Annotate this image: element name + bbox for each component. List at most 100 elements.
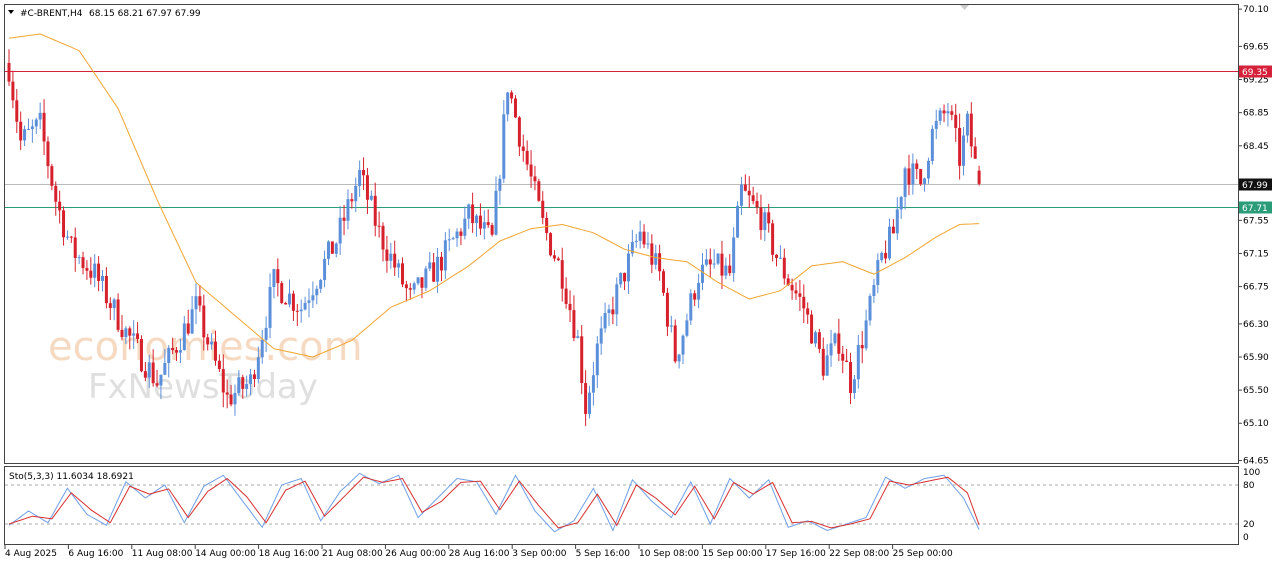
candle-body xyxy=(716,253,720,264)
candle-body xyxy=(794,290,798,294)
candle-body xyxy=(11,81,15,101)
candle-body xyxy=(502,114,506,179)
candle-body xyxy=(101,275,105,281)
candle-body xyxy=(432,262,436,282)
candle-body xyxy=(439,256,443,271)
price-level-labels: 69.35 67.99 67.71 xyxy=(1239,65,1272,214)
candle-body xyxy=(256,357,260,380)
candle-body xyxy=(767,212,771,224)
candle-body xyxy=(728,265,732,274)
stoch-scale-label: 0 xyxy=(1243,533,1249,543)
y-tick-label: 65.10 xyxy=(1243,419,1269,429)
candle-body xyxy=(147,362,151,378)
candle-body xyxy=(821,348,825,376)
candle-body xyxy=(124,328,128,338)
candle-body xyxy=(284,302,288,305)
candle-body xyxy=(650,243,654,265)
candle-body xyxy=(65,236,69,238)
candle-body xyxy=(580,336,584,384)
candle-body xyxy=(330,241,334,254)
candle-body xyxy=(139,338,143,372)
candle-body xyxy=(112,299,116,309)
candle-body xyxy=(623,272,627,282)
candle-body xyxy=(915,163,919,170)
candle-body xyxy=(513,98,517,118)
candle-body xyxy=(693,293,697,300)
candle-body xyxy=(217,360,221,370)
candle-body xyxy=(315,288,319,296)
candle-body xyxy=(829,343,833,356)
x-tick-label: 5 Sep 16:00 xyxy=(576,549,631,559)
candle-body xyxy=(607,309,611,313)
candle-body xyxy=(171,347,175,351)
candle-body xyxy=(311,295,315,301)
candle-body xyxy=(825,355,829,376)
candle-body xyxy=(884,252,888,259)
candle-body xyxy=(790,284,794,291)
bear-candle xyxy=(513,95,517,119)
candle-body xyxy=(638,231,642,241)
candle-body xyxy=(471,204,475,224)
candle-body xyxy=(62,210,66,238)
candle-body xyxy=(954,114,958,128)
candle-body xyxy=(689,293,693,321)
candle-body xyxy=(946,111,950,114)
candle-body xyxy=(950,111,954,115)
candle-body xyxy=(685,320,689,336)
x-tick-label: 18 Aug 16:00 xyxy=(259,549,320,559)
symbol-label: #C-BRENT,H4 xyxy=(20,9,83,19)
candle-body xyxy=(213,341,217,361)
candle-body xyxy=(568,303,572,311)
candle-body xyxy=(642,231,646,245)
candle-body xyxy=(307,300,311,303)
candle-body xyxy=(128,328,132,336)
candle-body xyxy=(591,375,595,393)
candle-body xyxy=(934,120,938,129)
y-tick-label: 68.45 xyxy=(1243,142,1269,152)
candle-body xyxy=(190,309,194,334)
x-tick-label: 10 Sep 08:00 xyxy=(639,549,699,559)
candle-body xyxy=(560,260,564,289)
candle-body xyxy=(755,201,759,208)
time-axis: 4 Aug 2025 6 Aug 16:00 11 Aug 08:00 14 Aug … xyxy=(4,545,953,559)
bear-candle xyxy=(139,335,143,373)
oscillator-pane xyxy=(4,466,1239,545)
bear-candle xyxy=(662,268,666,296)
candle-body xyxy=(775,254,779,258)
bear-candle xyxy=(549,232,553,257)
candle-body xyxy=(810,314,814,344)
candle-body xyxy=(525,150,529,165)
candle-body xyxy=(736,205,740,238)
candle-body xyxy=(73,237,77,258)
candle-body xyxy=(603,312,607,329)
oscillator-label: Sto(5,3,3) 11.6034 18.6921 xyxy=(9,472,134,482)
candle-body xyxy=(151,362,155,384)
candle-body xyxy=(930,128,934,161)
candle-body xyxy=(704,259,708,265)
x-tick-label: 4 Aug 2025 xyxy=(5,549,57,559)
candle-body xyxy=(564,288,568,304)
candle-body xyxy=(720,253,724,276)
candle-body xyxy=(490,225,494,235)
candle-body xyxy=(919,169,923,185)
y-tick-label: 67.15 xyxy=(1243,249,1269,259)
candle-body xyxy=(276,269,280,284)
x-tick-label: 26 Aug 00:00 xyxy=(385,549,446,559)
x-tick-label: 21 Aug 08:00 xyxy=(322,549,383,559)
candle-body xyxy=(436,256,440,282)
candle-body xyxy=(845,360,849,363)
candle-body xyxy=(697,282,701,300)
candle-body xyxy=(506,92,510,115)
candle-body xyxy=(163,362,167,375)
candle-body xyxy=(408,288,412,290)
candle-body xyxy=(634,240,638,243)
candle-body xyxy=(849,362,853,394)
candle-body xyxy=(626,253,630,282)
candle-body xyxy=(584,383,588,414)
candle-body xyxy=(677,354,681,362)
candle-body xyxy=(202,305,206,338)
bear-candle xyxy=(537,178,541,202)
candle-body xyxy=(619,272,623,285)
candle-body xyxy=(272,269,276,287)
candle-body xyxy=(89,270,93,278)
